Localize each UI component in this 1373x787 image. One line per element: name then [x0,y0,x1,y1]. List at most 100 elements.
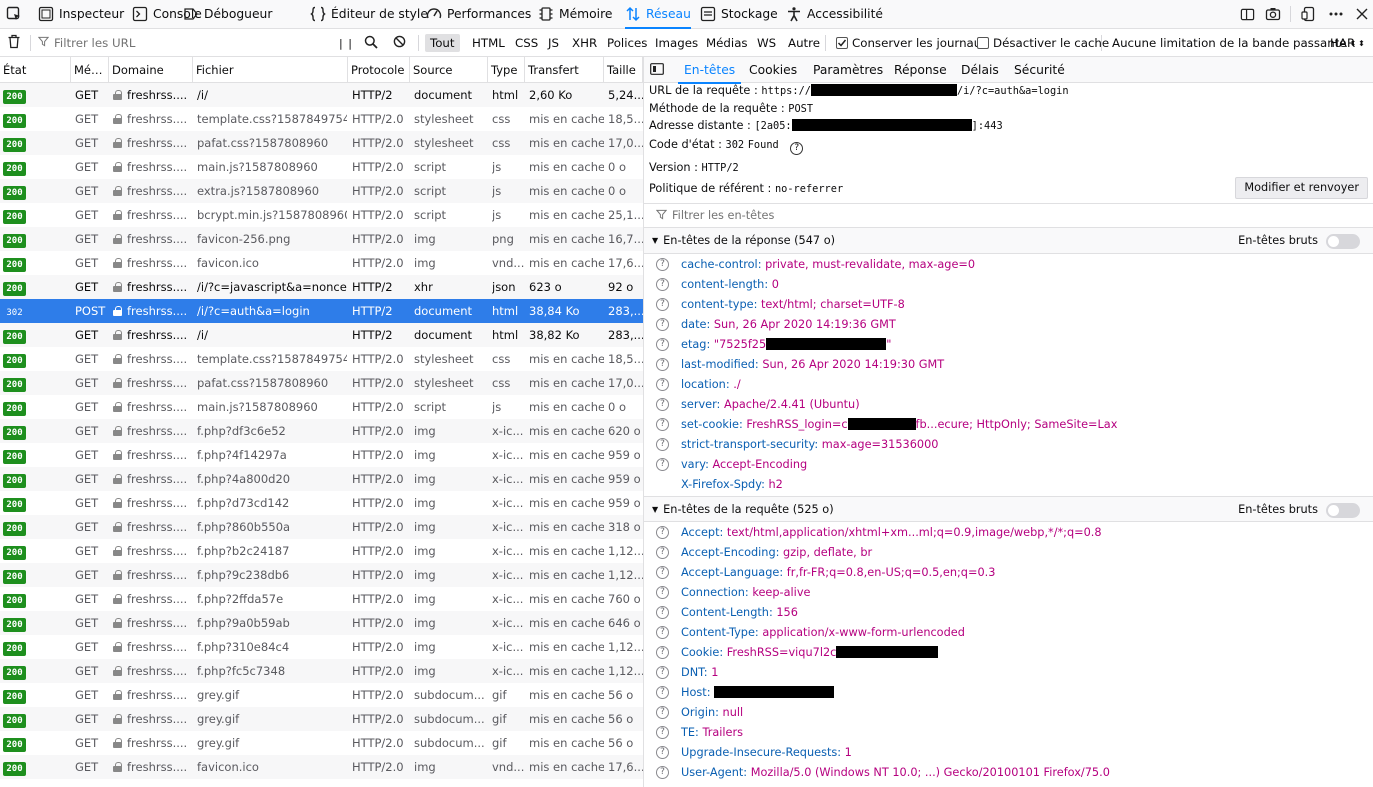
column-header[interactable]: Transfert [525,57,604,83]
raw-headers-toggle[interactable] [1326,503,1360,518]
tool-inspector[interactable]: Inspecteur [38,0,124,28]
header-row[interactable]: ? server: Apache/2.4.41 (Ubuntu) [644,395,1373,415]
column-header[interactable]: Mé… [71,57,109,83]
table-row[interactable]: 200 GET freshrss.... bcrypt.min.js?15878089… [0,203,643,227]
help-icon[interactable]: ? [656,418,669,431]
table-row[interactable]: 200 GET freshrss.... f.php?b2c24187 HTTP/2.0… [0,539,643,563]
table-row[interactable]: 200 GET freshrss.... f.php?fc5c7348 HTTP/2.0… [0,659,643,683]
search-button[interactable] [364,29,378,57]
close-icon[interactable] [1354,6,1370,22]
header-row[interactable]: ? Connection: keep-alive [644,583,1373,603]
header-row[interactable]: ? Accept-Encoding: gzip, deflate, br [644,543,1373,563]
header-row[interactable]: ? content-type: text/html; charset=UTF-8 [644,295,1373,315]
raw-headers-toggle[interactable] [1326,234,1360,249]
tab-0[interactable]: En-têtes [677,57,742,84]
type-filter-html[interactable]: HTML [467,29,510,57]
table-row[interactable]: 200 GET freshrss.... favicon-256.png HTTP/2.… [0,227,643,251]
help-icon[interactable]: ? [656,646,669,659]
help-icon[interactable]: ? [656,338,669,351]
type-filter-css[interactable]: CSS [510,29,543,57]
tab-4[interactable]: Délais [961,57,999,83]
help-icon[interactable]: ? [656,766,669,779]
header-row[interactable]: ? etag: "7525f25 " [644,335,1373,355]
tab-5[interactable]: Sécurité [1014,57,1065,83]
table-row[interactable]: 200 GET freshrss.... f.php?9c238db6 HTTP/2.0… [0,563,643,587]
table-row[interactable]: 200 GET freshrss.... f.php?df3c6e52 HTTP/2.0… [0,419,643,443]
help-icon[interactable]: ? [656,458,669,471]
type-filter-tout[interactable]: Tout [425,29,460,57]
table-row[interactable]: 200 GET freshrss.... /i/HTTP/2 document html 2… [0,83,643,107]
help-icon[interactable]: ? [790,142,804,155]
table-row[interactable]: 200 GET freshrss.... template.css?158784975… [0,347,643,371]
header-row[interactable]: ? User-Agent: Mozilla/5.0 (Windows NT 10.… [644,763,1373,783]
table-row[interactable]: 302 POST freshrss.... /i/?c=auth&a=login HTT… [0,299,643,323]
header-row[interactable]: ? last-modified: Sun, 26 Apr 2020 14:19:3… [644,355,1373,375]
type-filter-js[interactable]: JS [543,29,564,57]
table-row[interactable]: 200 GET freshrss.... pafat.css?1587808960 HT… [0,131,643,155]
header-row[interactable]: ? set-cookie: FreshRSS_login=c fb...ecure;… [644,415,1373,435]
dock-icon[interactable] [1239,6,1255,22]
header-row[interactable]: ? Upgrade-Insecure-Requests: 1 [644,743,1373,763]
column-header[interactable]: Taille [604,57,643,83]
header-row[interactable]: X-Firefox-Spdy: h2 [644,475,1373,495]
table-row[interactable]: 200 GET freshrss.... f.php?4a800d20 HTTP/2.0… [0,467,643,491]
tab-2[interactable]: Paramètres [813,57,883,83]
table-row[interactable]: 200 GET freshrss.... template.css?158784975… [0,107,643,131]
header-row[interactable]: ? Accept: text/html,application/xhtml+xm.… [644,523,1373,543]
help-icon[interactable]: ? [656,586,669,599]
more-options-icon[interactable] [1328,6,1344,22]
column-header[interactable]: Fichier [193,57,348,83]
help-icon[interactable]: ? [656,358,669,371]
help-icon[interactable]: ? [656,258,669,271]
pause-button[interactable]: | | [339,29,353,57]
table-row[interactable]: 200 GET freshrss.... grey.gif HTTP/2.0 subdoc… [0,731,643,755]
column-header[interactable]: Domaine [109,57,193,83]
help-icon[interactable]: ? [656,666,669,679]
type-filter-autre[interactable]: Autre [783,29,825,57]
help-icon[interactable]: ? [656,606,669,619]
request-headers-section[interactable]: ▼ En-têtes de la requête (525 o) En-tête… [644,496,1373,522]
help-icon[interactable]: ? [656,278,669,291]
header-row[interactable]: ? content-length: 0 [644,275,1373,295]
type-filter-polices[interactable]: Polices [602,29,652,57]
table-row[interactable]: 200 GET freshrss.... favicon.ico HTTP/2.0 img… [0,755,643,779]
tool-memory[interactable]: Mémoire [538,0,612,28]
clear-button[interactable] [7,29,21,57]
help-icon[interactable]: ? [656,746,669,759]
header-row[interactable]: ? Host: [644,683,1373,703]
column-header[interactable]: État [0,57,71,83]
tab-1[interactable]: Cookies [749,57,797,83]
table-row[interactable]: 200 GET freshrss.... pafat.css?1587808960 HT… [0,371,643,395]
pick-element-button[interactable] [6,0,22,28]
header-row[interactable]: ? DNT: 1 [644,663,1373,683]
table-row[interactable]: 200 GET freshrss.... main.js?1587808960 HTTP… [0,395,643,419]
table-row[interactable]: 200 GET freshrss.... /i/?c=javascript&a=non… [0,275,643,299]
help-icon[interactable]: ? [656,546,669,559]
help-icon[interactable]: ? [656,378,669,391]
edit-resend-button[interactable]: Modifier et renvoyer [1235,177,1368,199]
disable-cache-checkbox[interactable]: Désactiver le cache [977,29,1109,57]
help-icon[interactable]: ? [656,298,669,311]
help-icon[interactable]: ? [656,318,669,331]
table-row[interactable]: 200 GET freshrss.... grey.gif HTTP/2.0 subdoc… [0,683,643,707]
block-button[interactable] [393,29,406,57]
header-row[interactable]: ? vary: Accept-Encoding [644,455,1373,475]
column-header[interactable]: Protocole [348,57,410,83]
help-icon[interactable]: ? [656,398,669,411]
help-icon[interactable]: ? [656,626,669,639]
table-row[interactable]: 200 GET freshrss.... f.php?310e84c4 HTTP/2.0… [0,635,643,659]
url-filter-input[interactable]: Filtrer les URL [37,29,328,57]
header-row[interactable]: ? location: ./ [644,375,1373,395]
table-row[interactable]: 200 GET freshrss.... /i/HTTP/2 document html 3… [0,323,643,347]
persist-logs-checkbox[interactable]: Conserver les journaux [836,29,988,57]
tool-accessibility[interactable]: Accessibilité [786,0,883,28]
help-icon[interactable]: ? [656,726,669,739]
type-filter-ws[interactable]: WS [752,29,781,57]
header-row[interactable]: ? date: Sun, 26 Apr 2020 14:19:36 GMT [644,315,1373,335]
table-row[interactable]: 200 GET freshrss.... f.php?4f14297a HTTP/2.0… [0,443,643,467]
table-row[interactable]: 200 GET freshrss.... grey.gif HTTP/2.0 subdoc… [0,707,643,731]
table-row[interactable]: 200 GET freshrss.... extra.js?1587808960 HTT… [0,179,643,203]
help-icon[interactable]: ? [656,526,669,539]
table-row[interactable]: 200 GET freshrss.... f.php?9a0b59ab HTTP/2.0… [0,611,643,635]
table-row[interactable]: 200 GET freshrss.... main.js?1587808960 HTTP… [0,155,643,179]
